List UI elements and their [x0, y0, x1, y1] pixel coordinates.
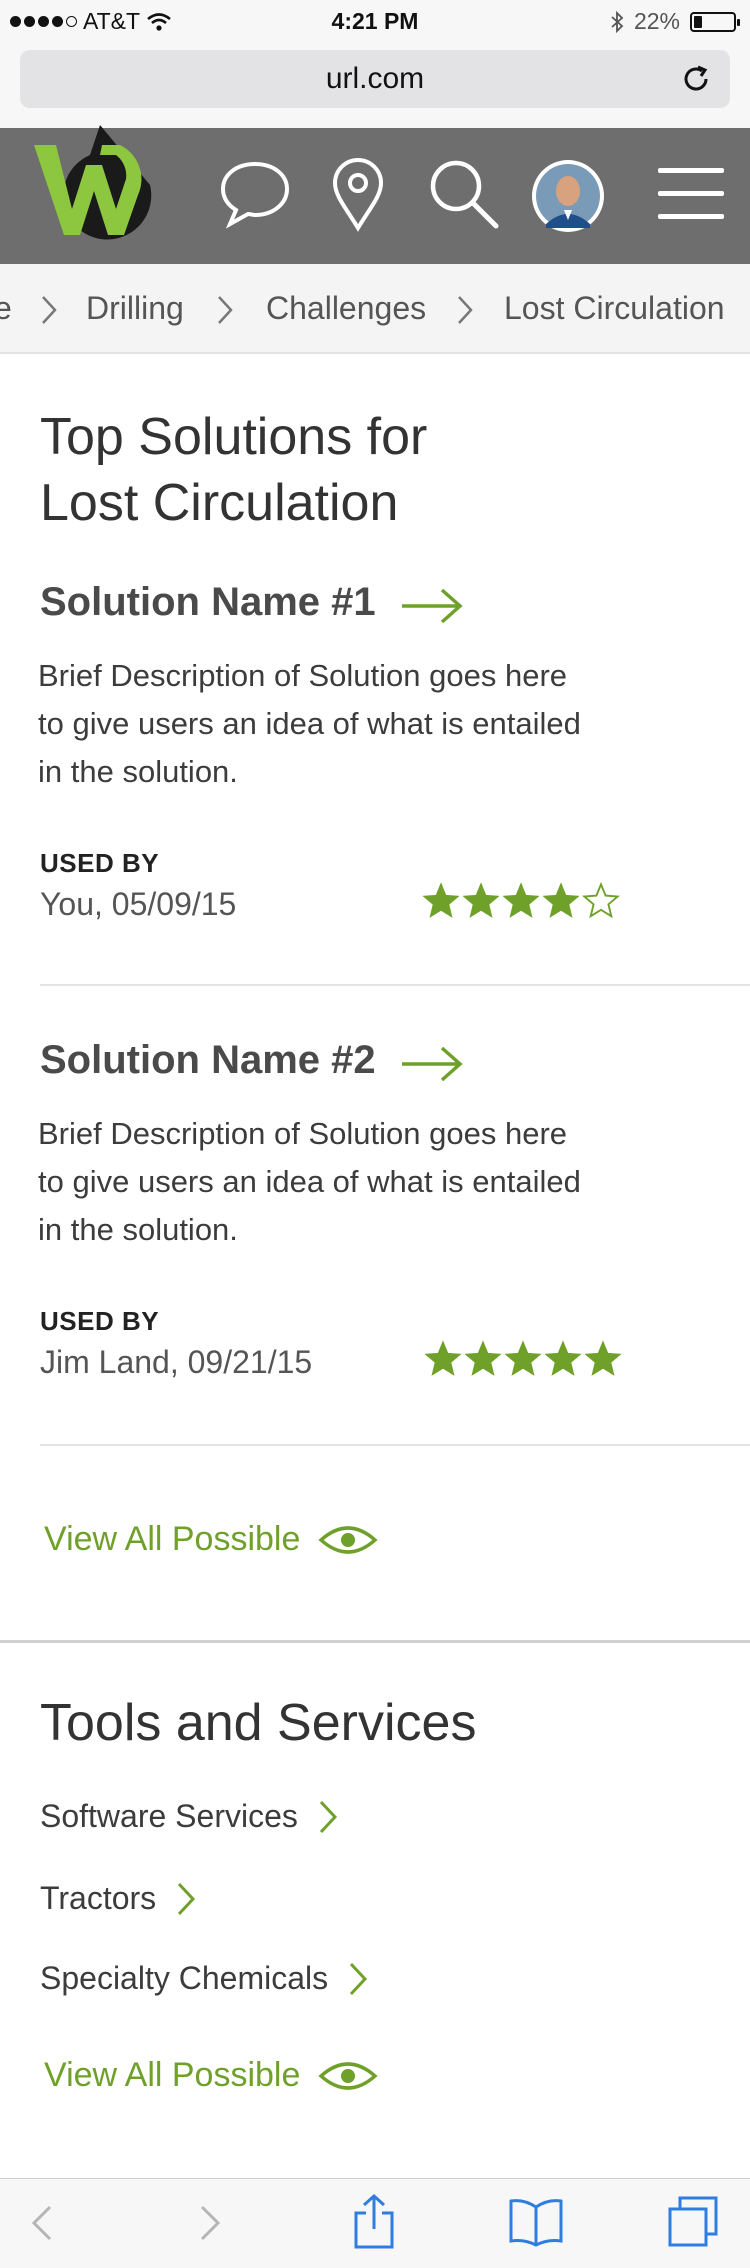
tabs-icon[interactable] [666, 2195, 720, 2249]
chevron-right-icon [458, 296, 473, 324]
view-all-label: View All Possible [44, 2056, 301, 2094]
page-title-line2: Lost Circulation [40, 474, 399, 532]
breadcrumb-item-current: Lost Circulation [504, 290, 725, 326]
divider [40, 1444, 750, 1446]
tool-item-software-services[interactable]: Software Services [40, 1798, 338, 1835]
description-line: Brief Description of Solution goes here [38, 658, 568, 693]
description-line: in the solution. [38, 1212, 238, 1247]
chevron-right-icon [319, 1800, 337, 1833]
chat-icon[interactable] [218, 156, 292, 230]
star-filled-icon [502, 882, 540, 918]
brand-logo[interactable] [28, 125, 168, 267]
star-filled-icon [464, 1340, 502, 1376]
breadcrumb: e Drilling Challenges Lost Circulation [0, 264, 750, 354]
section-divider [0, 1640, 750, 1643]
bluetooth-icon [611, 10, 624, 33]
battery-group: 22% [610, 8, 740, 35]
page-title-line1: Top Solutions for [40, 408, 428, 466]
tool-item-label: Specialty Chemicals [40, 1960, 329, 1996]
arrow-right-icon[interactable] [400, 586, 464, 626]
tool-item-specialty-chemicals[interactable]: Specialty Chemicals [40, 1960, 368, 1997]
divider [40, 984, 750, 986]
description-line: in the solution. [38, 754, 238, 789]
reload-icon[interactable] [680, 63, 712, 95]
chevron-right-icon [218, 296, 233, 324]
status-bar: AT&T 4:21 PM 22% [0, 0, 750, 42]
description-line: to give users an idea of what is entaile… [38, 1164, 581, 1199]
used-by-label: USED BY [40, 848, 160, 878]
star-filled-icon [424, 1340, 462, 1376]
solution-description-2: Brief Description of Solution goes here … [38, 1110, 638, 1254]
browser-toolbar [0, 2178, 750, 2268]
breadcrumb-item-drilling[interactable]: Drilling [86, 290, 184, 327]
url-field[interactable]: url.com [20, 50, 730, 108]
rating-stars [422, 882, 620, 920]
arrow-right-icon[interactable] [400, 1044, 464, 1084]
battery-icon [690, 11, 740, 32]
tool-item-label: Software Services [40, 1798, 298, 1834]
battery-percent: 22% [633, 8, 680, 34]
chevron-right-icon [42, 296, 57, 324]
star-filled-icon [544, 1340, 582, 1376]
chevron-right-icon [350, 1962, 368, 1995]
tool-item-tractors[interactable]: Tractors [40, 1880, 196, 1917]
star-filled-icon [422, 882, 460, 918]
forward-icon[interactable] [198, 2203, 222, 2243]
menu-icon[interactable] [656, 164, 726, 224]
description-line: to give users an idea of what is entaile… [38, 706, 581, 741]
bookmarks-icon[interactable] [508, 2197, 564, 2247]
rating-stars [424, 1340, 622, 1378]
eye-icon [318, 2061, 379, 2090]
tools-title: Tools and Services [40, 1694, 477, 1752]
search-icon[interactable] [426, 156, 500, 230]
avatar[interactable] [530, 158, 606, 234]
solution-name-1[interactable]: Solution Name #1 [40, 580, 376, 625]
star-filled-icon [462, 882, 500, 918]
eye-icon [318, 1525, 379, 1554]
breadcrumb-item-challenges[interactable]: Challenges [266, 290, 426, 327]
tool-item-label: Tractors [40, 1880, 157, 1916]
url-text: url.com [325, 62, 425, 95]
browser-url-area: url.com [0, 42, 750, 128]
star-filled-icon [584, 1340, 622, 1376]
chevron-right-icon [178, 1882, 196, 1915]
star-filled-icon [542, 882, 580, 918]
used-by-value: Jim Land, 09/21/15 [40, 1344, 313, 1380]
back-icon[interactable] [30, 2203, 54, 2243]
description-line: Brief Description of Solution goes here [38, 1116, 568, 1151]
solution-description-1: Brief Description of Solution goes here … [38, 652, 638, 796]
view-all-tools-link[interactable]: View All Possible [44, 2056, 379, 2095]
star-empty-icon [582, 882, 620, 919]
brand-header [0, 125, 750, 267]
breadcrumb-item-prev[interactable]: e [0, 290, 12, 327]
page-title: Top Solutions for Lost Circulation [40, 404, 427, 536]
view-all-solutions-link[interactable]: View All Possible [44, 1520, 379, 1559]
used-by-label: USED BY [40, 1306, 160, 1336]
view-all-label: View All Possible [44, 1520, 301, 1558]
location-pin-icon[interactable] [330, 156, 386, 232]
solution-name-2[interactable]: Solution Name #2 [40, 1038, 376, 1083]
star-filled-icon [504, 1340, 542, 1376]
used-by-value: You, 05/09/15 [40, 886, 237, 922]
share-icon[interactable] [352, 2193, 396, 2249]
